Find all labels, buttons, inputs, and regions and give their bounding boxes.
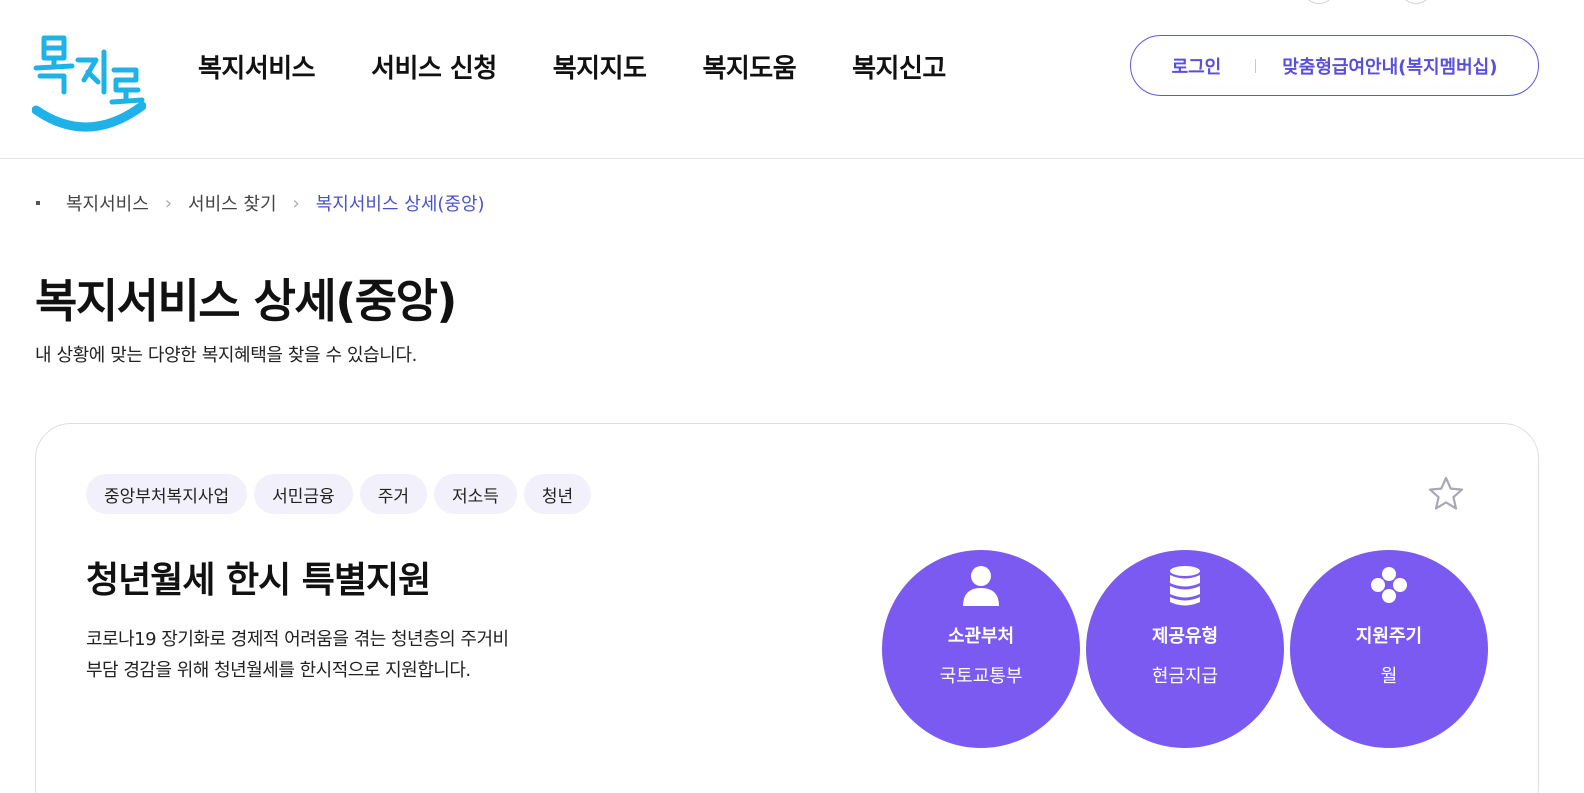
service-detail-card: 중앙부처복지사업 서민금융 주거 저소득 청년 청년월세 한시 특별지원 코로나… [35,423,1539,793]
page: 복지서비스 서비스 신청 복지지도 복지도움 복지신고 로그인 맞춤형급여안내(… [0,0,1584,793]
breadcrumb-bullet-icon [36,201,40,205]
nav-service-apply[interactable]: 서비스 신청 [371,48,497,85]
service-info-group: 소관부처 국토교통부 제공유형 현금지급 지원주기 월 [882,550,1494,748]
info-value: 월 [1380,666,1398,687]
chevron-right-icon: › [292,192,300,214]
service-description: 코로나19 장기화로 경제적 어려움을 겪는 청년층의 주거비 부담 경감을 위… [86,624,556,686]
info-label: 제공유형 [1151,626,1219,647]
member-divider [1255,58,1257,73]
breadcrumb-current: 복지서비스 상세(중앙) [315,194,485,215]
breadcrumb: 복지서비스 › 서비스 찾기 › 복지서비스 상세(중앙) [36,190,485,216]
breadcrumb-item[interactable]: 복지서비스 [66,190,149,216]
main-navigation: 복지서비스 서비스 신청 복지지도 복지도움 복지신고 [198,48,1002,84]
info-provision-type: 제공유형 현금지급 [1086,550,1284,748]
breadcrumb-item[interactable]: 서비스 찾기 [188,190,277,216]
bokjiro-logo[interactable] [32,30,146,136]
nav-welfare-report[interactable]: 복지신고 [852,48,946,85]
nav-welfare-map[interactable]: 복지지도 [553,48,647,85]
site-header: 복지서비스 서비스 신청 복지지도 복지도움 복지신고 로그인 맞춤형급여안내(… [0,0,1584,159]
page-title: 복지서비스 상세(중앙) [35,274,457,328]
page-description: 내 상황에 맞는 다양한 복지혜택을 찾을 수 있습니다. [35,345,417,366]
info-value: 국토교통부 [939,666,1023,687]
chevron-right-icon: › [164,192,173,214]
person-icon [963,566,999,606]
nav-welfare-service[interactable]: 복지서비스 [198,48,316,85]
service-tags: 중앙부처복지사업 서민금융 주거 저소득 청년 [86,474,598,514]
service-tag: 청년 [523,474,592,514]
dots-icon [1371,567,1407,603]
service-description-line: 코로나19 장기화로 경제적 어려움을 겪는 청년층의 주거비 [86,629,509,650]
service-tag: 중앙부처복지사업 [86,474,248,514]
service-tag: 서민금융 [254,474,353,514]
member-menu: 로그인 맞춤형급여안내(복지멤버십) [1130,35,1539,96]
database-icon [1170,566,1200,606]
membership-link[interactable]: 맞춤형급여안내(복지멤버십) [1282,53,1497,79]
service-description-line: 부담 경감을 위해 청년월세를 한시적으로 지원합니다. [86,660,471,681]
info-label: 지원주기 [1355,626,1423,647]
nav-welfare-help[interactable]: 복지도움 [702,48,796,85]
info-support-cycle: 지원주기 월 [1290,550,1488,748]
service-title: 청년월세 한시 특별지원 [86,560,431,601]
info-value: 현금지급 [1151,666,1219,687]
info-ministry: 소관부처 국토교통부 [882,550,1080,748]
service-tag: 주거 [359,474,427,514]
service-tag: 저소득 [433,474,517,514]
info-label: 소관부처 [947,626,1015,647]
favorite-star-icon[interactable] [1426,474,1466,514]
login-link[interactable]: 로그인 [1172,53,1222,79]
